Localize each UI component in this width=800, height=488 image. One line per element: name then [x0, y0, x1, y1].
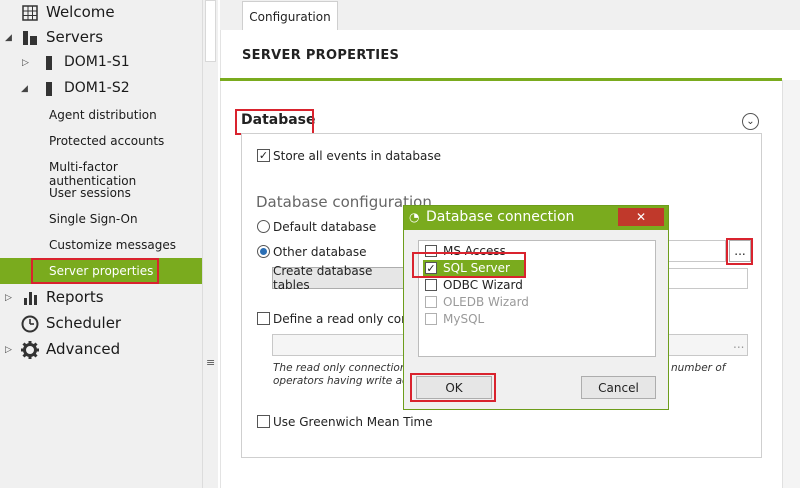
sidebar-item-user-sessions[interactable]: User sessions [0, 180, 202, 206]
sidebar-item-welcome[interactable]: Welcome [0, 0, 202, 26]
dialog-close-button[interactable]: ✕ [618, 208, 664, 226]
sidebar-item-label: Single Sign-On [49, 212, 138, 226]
clock-icon [21, 315, 39, 337]
option-checkbox [425, 313, 437, 325]
other-database-radio[interactable] [257, 245, 270, 258]
readonly-connection-checkbox[interactable] [257, 312, 270, 325]
store-events-checkbox[interactable]: ✓ [257, 149, 270, 162]
collapsed-caret-icon[interactable]: ▷ [22, 58, 29, 68]
database-name-field[interactable] [660, 268, 748, 289]
sidebar-item-label: Customize messages [49, 238, 176, 252]
highlight-box-database [235, 109, 314, 135]
create-database-tables-button[interactable]: Create database tables [272, 264, 412, 292]
splitter-grip-icon[interactable]: ≡ [206, 356, 215, 369]
option-oledb-wizard: OLEDB Wizard [423, 294, 533, 311]
collapsed-caret-icon[interactable]: ▷ [5, 345, 12, 355]
sidebar-item-servers[interactable]: ◢ Servers [0, 25, 202, 51]
sidebar-item-reports[interactable]: ▷ Reports [0, 285, 202, 311]
dialog-title: Database connection [426, 209, 575, 225]
sidebar-item-label: User sessions [49, 186, 131, 200]
option-label: MySQL [443, 312, 485, 326]
tab-configuration[interactable]: Configuration [242, 1, 338, 31]
sidebar-item-label: Scheduler [46, 314, 122, 332]
sidebar-item-single-sign-on[interactable]: Single Sign-On [0, 206, 202, 232]
readonly-note-line2: operators having write acce [273, 375, 421, 387]
server-icon [45, 81, 53, 101]
dialog-title-bar[interactable]: ◔ Database connection ✕ [404, 206, 668, 230]
sidebar-item-agent-distribution[interactable]: Agent distribution [0, 102, 202, 128]
store-events-label: Store all events in database [273, 149, 441, 163]
server-icon [45, 55, 53, 75]
page-title: SERVER PROPERTIES [242, 48, 400, 63]
highlight-box-ok [410, 373, 496, 402]
servers-icon [22, 30, 38, 50]
option-checkbox[interactable] [425, 279, 437, 291]
option-label: OLEDB Wizard [443, 295, 529, 309]
main-scrollbar[interactable] [782, 80, 800, 488]
readonly-note-line1: The read only connection s [273, 362, 416, 374]
sidebar-item-scheduler[interactable]: Scheduler [0, 311, 202, 337]
option-odbc-wizard[interactable]: ODBC Wizard [423, 277, 533, 294]
sidebar-scrollbar[interactable]: ≡ [202, 0, 218, 488]
option-label: ODBC Wizard [443, 278, 523, 292]
option-checkbox [425, 296, 437, 308]
gmt-checkbox[interactable] [257, 415, 270, 428]
sidebar-item-label: DOM1-S2 [64, 80, 130, 96]
gear-icon [21, 341, 39, 363]
sidebar-item-label: Reports [46, 288, 104, 306]
collapse-chevron-icon[interactable]: ⌄ [742, 113, 759, 130]
sidebar-item-label: Welcome [46, 3, 115, 21]
sidebar-item-label: Servers [46, 28, 104, 46]
expanded-caret-icon[interactable]: ◢ [21, 84, 28, 94]
navigation-sidebar: Welcome ◢ Servers ▷ DOM1-S1 ◢ DOM1-S2 Ag… [0, 0, 202, 488]
sidebar-item-dom1-s2[interactable]: ◢ DOM1-S2 [0, 76, 202, 102]
expanded-caret-icon[interactable]: ◢ [5, 33, 12, 43]
sidebar-item-customize-messages[interactable]: Customize messages [0, 232, 202, 258]
sidebar-item-protected-accounts[interactable]: Protected accounts [0, 128, 202, 154]
sidebar-item-advanced[interactable]: ▷ Advanced [0, 337, 202, 363]
readonly-browse-button[interactable]: ... [733, 337, 744, 351]
sidebar-item-multi-factor-authentication[interactable]: Multi-factor authentication [0, 154, 202, 188]
gmt-label: Use Greenwich Mean Time [273, 415, 433, 429]
sidebar-item-dom1-s1[interactable]: ▷ DOM1-S1 [0, 50, 202, 76]
connection-string-field[interactable] [660, 240, 726, 262]
highlight-box-sql-server [412, 252, 526, 278]
sidebar-item-label: Advanced [46, 340, 121, 358]
highlight-box-server-properties [31, 258, 159, 284]
default-database-radio[interactable] [257, 220, 270, 233]
sidebar-scrollbar-thumb[interactable] [205, 0, 216, 62]
dialog-cancel-button[interactable]: Cancel [581, 376, 656, 399]
readonly-note-line1-end: number of [671, 362, 726, 374]
option-mysql: MySQL [423, 311, 533, 328]
default-database-label: Default database [273, 220, 377, 234]
bar-chart-icon [22, 290, 38, 310]
other-database-label: Other database [273, 245, 367, 259]
sidebar-item-label: Protected accounts [49, 134, 165, 148]
highlight-box-browse [726, 238, 753, 265]
grid-icon [22, 5, 38, 25]
sidebar-item-label: DOM1-S1 [64, 54, 130, 70]
title-divider [220, 78, 782, 81]
collapsed-caret-icon[interactable]: ▷ [5, 293, 12, 303]
sidebar-item-label: Agent distribution [49, 108, 157, 122]
app-logo-icon: ◔ [409, 210, 420, 224]
